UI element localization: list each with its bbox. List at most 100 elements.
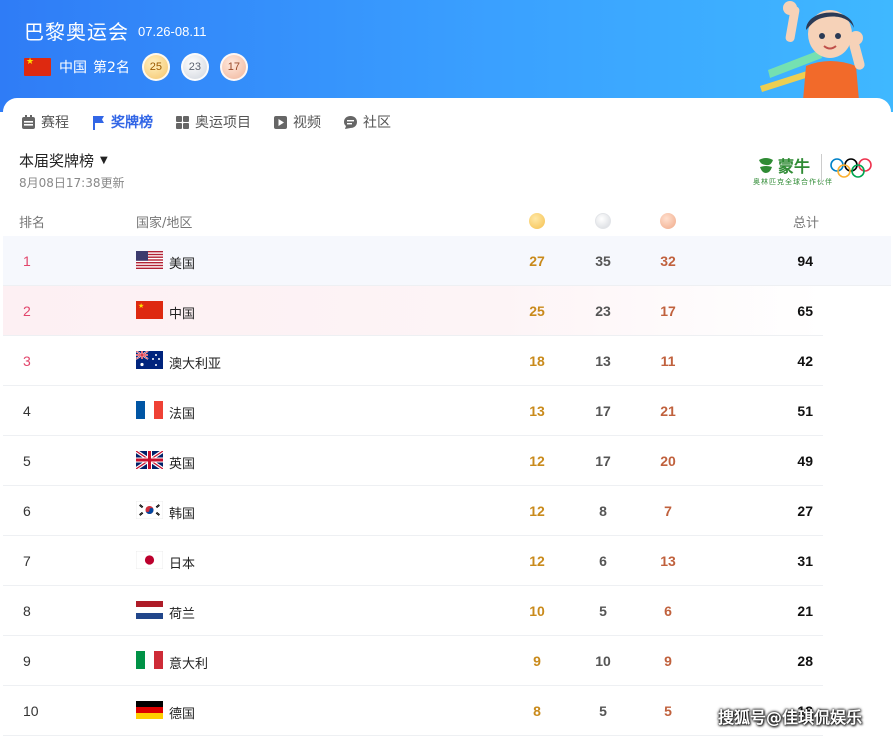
cn-flag-icon: ★: [136, 301, 163, 319]
table-row[interactable]: 8 荷兰 10 5 6 21: [3, 586, 823, 636]
row-rank: 6: [23, 503, 31, 519]
row-rank: 4: [23, 403, 31, 419]
board-selector[interactable]: 本届奖牌榜 ▼: [19, 150, 108, 171]
caret-down-icon: ▼: [100, 155, 108, 166]
de-flag-icon: [136, 701, 163, 719]
row-rank: 3: [23, 353, 31, 369]
row-bronze: 6: [664, 603, 672, 619]
table-row[interactable]: 10 德国 8 5 5 18: [3, 686, 823, 736]
row-bronze: 21: [660, 403, 676, 419]
sponsor-divider: [821, 154, 822, 184]
country-summary[interactable]: 中国 第2名 25 23 17: [24, 52, 248, 82]
leaf-logo-icon: [759, 158, 773, 173]
tab-schedule-label: 赛程: [41, 115, 69, 131]
medal-board-card: 赛程 奖牌榜 奥运项目 视频 社区 本届奖牌榜 ▼ 8月08日17:38更新 蒙…: [3, 98, 891, 736]
table-header: 排名 国家/地区 总计: [19, 210, 819, 232]
row-gold: 12: [529, 553, 545, 569]
header-rank: 排名: [19, 216, 46, 231]
page-title: 巴黎奥运会: [24, 20, 129, 44]
row-total: 94: [797, 253, 813, 269]
row-gold: 9: [533, 653, 541, 669]
row-gold: 18: [529, 353, 545, 369]
table-row[interactable]: 4 法国 13 17 21 51: [3, 386, 823, 436]
row-gold: 25: [529, 303, 545, 319]
update-timestamp: 8月08日17:38更新: [19, 176, 125, 190]
row-silver: 5: [599, 603, 607, 619]
table-row[interactable]: 3 澳大利亚 18 13 11 42: [3, 336, 823, 386]
row-silver: 5: [599, 703, 607, 719]
row-country: 荷兰: [169, 607, 196, 622]
jp-flag-icon: [136, 551, 163, 569]
row-bronze: 17: [660, 303, 676, 319]
tab-community-label: 社区: [363, 115, 391, 131]
table-row[interactable]: 1 美国 27 35 32 94: [3, 236, 891, 286]
play-icon: [274, 115, 287, 129]
row-country: 意大利: [169, 657, 209, 672]
row-silver: 17: [595, 453, 611, 469]
row-country: 中国: [169, 307, 196, 322]
svg-text:★: ★: [138, 302, 144, 310]
event-dates: 07.26-08.11: [138, 24, 207, 39]
grid-icon: [176, 115, 189, 129]
watermark: 搜狐号@佳琪侃娱乐: [718, 708, 863, 727]
tab-medals-label: 奖牌榜: [111, 115, 153, 131]
flag-icon: [93, 115, 104, 130]
row-gold: 10: [529, 603, 545, 619]
row-bronze: 9: [664, 653, 672, 669]
mascot-illustration: [760, 1, 865, 112]
tab-schedule[interactable]: 赛程: [21, 112, 69, 132]
chat-icon: [344, 115, 357, 129]
row-total: 27: [797, 503, 813, 519]
au-flag-icon: [136, 351, 163, 369]
row-country: 日本: [169, 557, 196, 572]
sponsor-brand-name: 蒙牛: [778, 157, 811, 176]
silver-count-badge: 23: [180, 53, 209, 81]
bronze-medal-icon: [660, 213, 676, 229]
row-bronze: 11: [660, 353, 676, 369]
row-gold: 12: [529, 503, 545, 519]
row-rank: 8: [23, 603, 31, 619]
us-flag-icon: [136, 251, 163, 269]
sponsor-logo: 蒙牛 奥林匹克全球合作伙伴: [751, 151, 873, 191]
gold-count-badge: 25: [141, 53, 170, 81]
it-flag-icon: [136, 651, 163, 669]
tab-sports[interactable]: 奥运项目: [175, 112, 251, 132]
table-row[interactable]: 7 日本 12 6 13 31: [3, 536, 823, 586]
header-total: 总计: [792, 216, 819, 231]
row-country: 韩国: [169, 507, 196, 522]
row-rank: 7: [23, 553, 31, 569]
row-silver: 35: [595, 253, 611, 269]
table-row[interactable]: 9 意大利 9 10 9 28: [3, 636, 823, 686]
row-country: 英国: [169, 457, 196, 472]
table-row[interactable]: 2 ★ 中国 25 23 17 65: [3, 286, 823, 336]
tab-community[interactable]: 社区: [343, 112, 391, 132]
fr-flag-icon: [136, 401, 163, 419]
tab-medals[interactable]: 奖牌榜: [91, 112, 153, 132]
row-silver: 8: [599, 503, 607, 519]
silver-medal-icon: [595, 213, 611, 229]
country-rank: 第2名: [93, 60, 130, 76]
row-total: 31: [797, 553, 813, 569]
row-gold: 27: [529, 253, 545, 269]
row-country: 美国: [169, 257, 196, 272]
table-row[interactable]: 5 英国 12 17 20 49: [3, 436, 823, 486]
row-silver: 17: [595, 403, 611, 419]
row-rank: 10: [23, 703, 39, 719]
gb-flag-icon: [136, 451, 163, 469]
header-country: 国家/地区: [136, 216, 193, 231]
row-country: 德国: [169, 707, 196, 722]
row-silver: 13: [595, 353, 611, 369]
row-total: 28: [797, 653, 813, 669]
board-title: 本届奖牌榜: [19, 152, 95, 170]
row-total: 42: [797, 353, 813, 369]
row-silver: 23: [595, 303, 611, 319]
tab-sports-label: 奥运项目: [195, 115, 251, 131]
row-total: 49: [797, 453, 813, 469]
row-country: 法国: [169, 407, 196, 422]
nl-flag-icon: [136, 601, 163, 619]
row-gold: 13: [529, 403, 545, 419]
row-rank: 2: [23, 303, 31, 319]
table-row[interactable]: 6 韩国 12 8 7 27: [3, 486, 823, 536]
row-bronze: 13: [660, 553, 676, 569]
tab-video[interactable]: 视频: [273, 112, 321, 132]
